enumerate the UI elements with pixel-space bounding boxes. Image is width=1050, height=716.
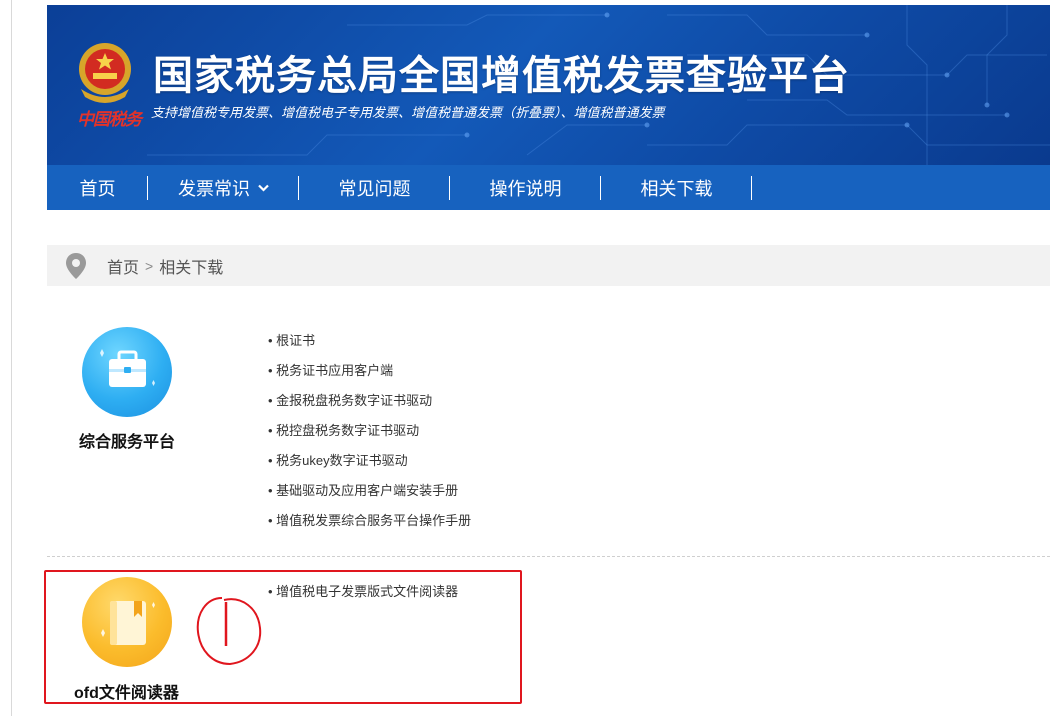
download-link-jinshui-driver[interactable]: 金报税盘税务数字证书驱动 (268, 391, 471, 421)
section-title-service-platform: 综合服务平台 (79, 434, 176, 451)
nav-instructions-label: 操作说明 (489, 178, 562, 199)
download-link-install-manual[interactable]: 基础驱动及应用客户端安装手册 (268, 481, 471, 511)
nav-invoice-knowledge[interactable]: 发票常识 (148, 165, 299, 210)
nav-faq[interactable]: 常见问题 (299, 165, 450, 210)
breadcrumb-separator: > (145, 257, 154, 274)
main-nav: 首页 发票常识 常见问题 操作说明 相关下载 (47, 165, 1050, 210)
highlight-box-annotation (44, 570, 522, 704)
briefcase-icon (100, 349, 155, 387)
seal-text: 中国税务 (77, 110, 142, 130)
breadcrumb: 首页 > 相关下载 (47, 245, 1050, 286)
nav-home[interactable]: 首页 (47, 165, 148, 210)
breadcrumb-home-link[interactable]: 首页 (107, 254, 139, 278)
service-platform-icon (82, 327, 172, 417)
site-banner: 中国税务 国家税务总局全国增值税发票查验平台 支持增值税专用发票、增值税电子专用… (47, 5, 1050, 165)
download-link-cert-client[interactable]: 税务证书应用客户端 (268, 361, 471, 391)
site-title: 国家税务总局全国增值税发票查验平台 (153, 53, 850, 99)
nav-downloads-label: 相关下载 (640, 178, 713, 199)
download-link-operation-manual[interactable]: 增值税发票综合服务平台操作手册 (268, 511, 471, 541)
breadcrumb-current: 相关下载 (159, 259, 224, 277)
location-pin-icon (66, 252, 86, 279)
nav-downloads[interactable]: 相关下载 (601, 165, 752, 210)
nav-invoice-knowledge-label: 发票常识 (178, 178, 250, 199)
tax-emblem-icon (79, 43, 131, 103)
section-divider (47, 556, 1050, 557)
chevron-down-icon (258, 184, 269, 192)
download-list-service-platform: 根证书 税务证书应用客户端 金报税盘税务数字证书驱动 税控盘税务数字证书驱动 税… (268, 331, 471, 541)
nav-instructions[interactable]: 操作说明 (450, 165, 601, 210)
download-link-taxpan-driver[interactable]: 税控盘税务数字证书驱动 (268, 421, 471, 451)
download-link-ukey-driver[interactable]: 税务ukey数字证书驱动 (268, 451, 471, 481)
circle-scribble-annotation (196, 597, 262, 666)
left-border-line (11, 0, 12, 716)
nav-faq-label: 常见问题 (338, 178, 411, 199)
site-subtitle: 支持增值税专用发票、增值税电子专用发票、增值税普通发票（折叠票）、增值税普通发票 (151, 105, 665, 120)
nav-home-label: 首页 (79, 178, 116, 199)
download-link-root-certificate[interactable]: 根证书 (268, 331, 471, 361)
